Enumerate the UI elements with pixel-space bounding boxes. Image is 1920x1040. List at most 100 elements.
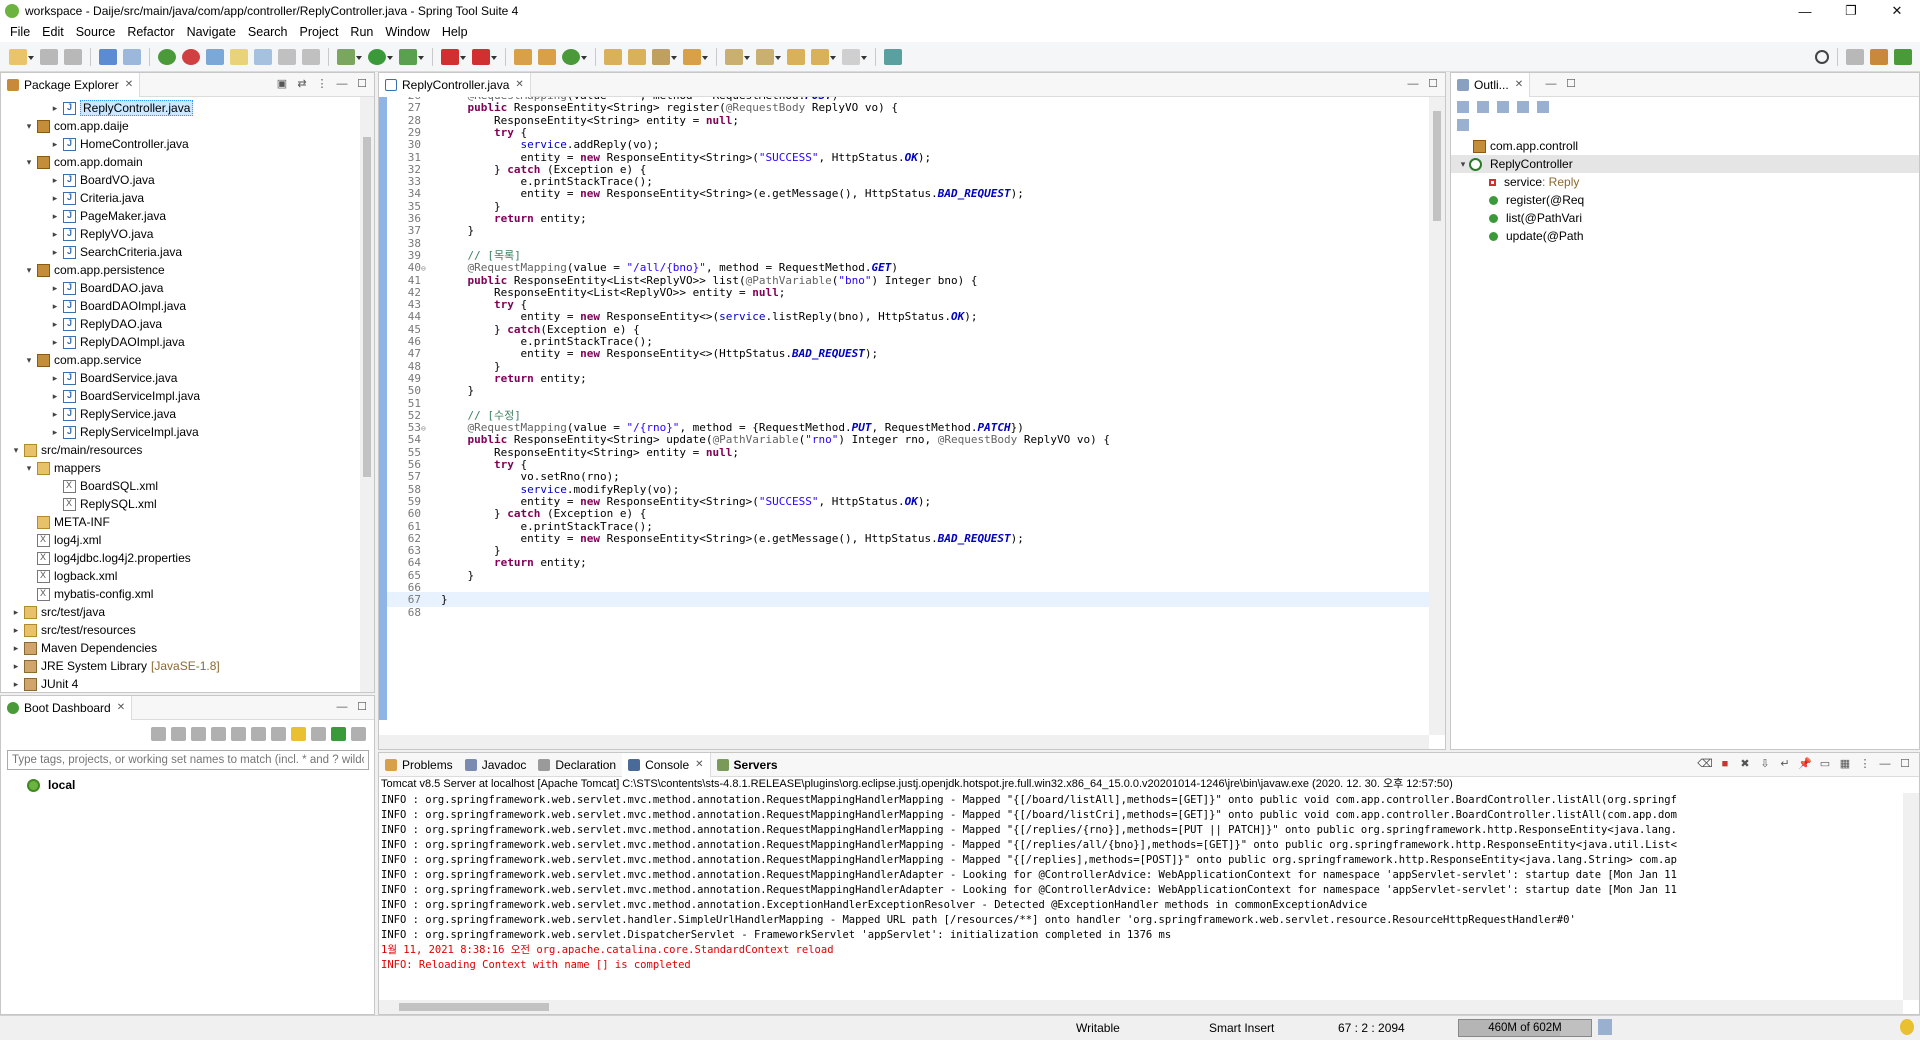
chevron-right-icon[interactable]: ▸ — [10, 625, 22, 636]
tree-item[interactable]: ▾ com.app.persistence — [1, 261, 360, 279]
settings-icon[interactable] — [311, 727, 326, 741]
restore-button[interactable]: ❐ — [1828, 0, 1874, 22]
tree-item[interactable]: ReplySQL.xml — [1, 495, 360, 513]
chevron-right-icon[interactable]: ▸ — [10, 661, 22, 672]
menu-help[interactable]: Help — [436, 25, 474, 39]
back-dropdown-icon[interactable] — [830, 49, 837, 65]
tab-outline[interactable]: Outli... ✕ — [1451, 72, 1531, 97]
tree-item[interactable]: ▸ BoardVO.java — [1, 171, 360, 189]
outline-item[interactable]: com.app.controll — [1451, 137, 1919, 155]
tree-item[interactable]: ▾ com.app.service — [1, 351, 360, 369]
chevron-down-icon[interactable]: ▾ — [23, 121, 35, 132]
terminate-icon[interactable]: ■ — [1717, 757, 1733, 771]
tree-item[interactable]: ▸ HomeController.java — [1, 135, 360, 153]
console-vertical-scrollbar[interactable] — [1903, 793, 1919, 1000]
outline-item[interactable]: service : Reply — [1451, 173, 1919, 191]
open-console-icon[interactable]: ▦ — [1837, 757, 1853, 771]
chevron-right-icon[interactable]: ▸ — [49, 427, 61, 438]
code-editor[interactable]: 26 @RequestMapping(value = "", method = … — [379, 97, 1429, 735]
word-wrap-icon[interactable]: ↵ — [1777, 757, 1793, 771]
close-icon[interactable]: ✕ — [515, 79, 523, 90]
scrollbar-thumb[interactable] — [363, 137, 371, 477]
view-menu-icon[interactable] — [351, 727, 366, 741]
clear-console-icon[interactable]: ⌫ — [1697, 757, 1713, 771]
debug-icon[interactable] — [337, 48, 355, 65]
search-icon[interactable] — [123, 48, 141, 65]
tab-console[interactable]: Console ✕ — [622, 752, 711, 777]
remove-launch-icon[interactable]: ✖ — [1737, 757, 1753, 771]
forward-icon[interactable] — [842, 48, 860, 65]
chevron-right-icon[interactable]: ▸ — [49, 337, 61, 348]
scrollbar-thumb[interactable] — [399, 1003, 549, 1011]
new-icon[interactable] — [9, 48, 27, 65]
save-all-icon[interactable] — [64, 48, 82, 65]
chevron-right-icon[interactable]: ▸ — [49, 139, 61, 150]
tree-item[interactable]: ▾ mappers — [1, 459, 360, 477]
link-with-editor-icon[interactable]: ⇄ — [294, 77, 310, 91]
outline-item[interactable]: register(@Req — [1451, 191, 1919, 209]
tree-item[interactable]: ▸ JUnit 4 — [1, 675, 360, 692]
lightbulb-icon[interactable] — [1900, 1019, 1914, 1035]
tab-javadoc[interactable]: Javadoc — [459, 753, 533, 777]
lightbulb-icon[interactable] — [291, 727, 306, 741]
search-icon[interactable] — [1815, 49, 1829, 64]
editor-horizontal-scrollbar[interactable] — [379, 735, 1429, 749]
tree-item[interactable]: ▾ com.app.daije — [1, 117, 360, 135]
tree-item[interactable]: ▸ BoardServiceImpl.java — [1, 387, 360, 405]
properties-icon[interactable] — [271, 727, 286, 741]
tree-item[interactable]: mybatis-config.xml — [1, 585, 360, 603]
hide-static-icon[interactable] — [1497, 101, 1509, 113]
tab-problems[interactable]: Problems — [379, 753, 459, 777]
outline-item[interactable]: ▾ ReplyController — [1451, 155, 1919, 173]
tree-item[interactable]: ▸ BoardDAOImpl.java — [1, 297, 360, 315]
tree-item[interactable]: ▾ src/main/resources — [1, 441, 360, 459]
heap-status[interactable]: 460M of 602M — [1458, 1019, 1592, 1037]
perspective-dropdown-icon[interactable] — [702, 49, 709, 65]
open-type-icon[interactable] — [206, 48, 224, 65]
scrollbar-thumb[interactable] — [1433, 111, 1441, 221]
maximize-icon[interactable]: ☐ — [1563, 77, 1579, 91]
menu-edit[interactable]: Edit — [36, 25, 70, 39]
chevron-right-icon[interactable]: ▸ — [49, 229, 61, 240]
hide-nonpublic-icon[interactable] — [1517, 101, 1529, 113]
tab-servers[interactable]: Servers — [711, 753, 784, 777]
tree-item[interactable]: ▸ Maven Dependencies — [1, 639, 360, 657]
stop-icon[interactable] — [191, 727, 206, 741]
toggle-breadcrumb-icon[interactable] — [254, 48, 272, 65]
tree-item[interactable]: ▸ PageMaker.java — [1, 207, 360, 225]
stop-dropdown-icon[interactable] — [460, 49, 467, 65]
hide-fields-icon[interactable] — [1457, 101, 1469, 113]
open-task-icon[interactable] — [652, 48, 670, 65]
tree-item[interactable]: ▸ ReplyController.java — [1, 99, 360, 117]
show-whitespace-icon[interactable] — [302, 48, 320, 65]
close-icon[interactable]: ✕ — [1515, 79, 1523, 90]
block-selection-icon[interactable] — [278, 48, 296, 65]
pin-editor-icon[interactable] — [884, 48, 902, 65]
minimize-icon[interactable]: — — [334, 700, 350, 714]
start-icon[interactable] — [151, 727, 166, 741]
tree-item[interactable]: META-INF — [1, 513, 360, 531]
chevron-right-icon[interactable]: ▸ — [49, 319, 61, 330]
menu-file[interactable]: File — [4, 25, 36, 39]
prev-annotation-icon[interactable] — [756, 48, 774, 65]
new-spring-dropdown-icon[interactable] — [581, 49, 588, 65]
sort-icon[interactable] — [1477, 101, 1489, 113]
spring-perspective-icon[interactable] — [1894, 48, 1912, 65]
maximize-icon[interactable]: ☐ — [1425, 77, 1441, 91]
chevron-right-icon[interactable]: ▸ — [49, 247, 61, 258]
new-spring-project-icon[interactable] — [562, 48, 580, 65]
tree-item[interactable]: ▾ com.app.domain — [1, 153, 360, 171]
java-perspective-icon[interactable] — [1870, 48, 1888, 65]
chevron-right-icon[interactable]: ▸ — [10, 643, 22, 654]
pin-console-icon[interactable]: 📌 — [1797, 757, 1813, 771]
open-browser-icon[interactable] — [231, 727, 246, 741]
tree-item[interactable]: ▸ ReplyDAO.java — [1, 315, 360, 333]
outline-item[interactable]: list(@PathVari — [1451, 209, 1919, 227]
chevron-right-icon[interactable]: ▸ — [10, 679, 22, 690]
menu-window[interactable]: Window — [379, 25, 435, 39]
maximize-icon[interactable]: ☐ — [354, 77, 370, 91]
menu-project[interactable]: Project — [294, 25, 345, 39]
debug-dropdown-icon[interactable] — [356, 49, 363, 65]
menu-search[interactable]: Search — [242, 25, 294, 39]
hide-local-types-icon[interactable] — [1537, 101, 1549, 113]
